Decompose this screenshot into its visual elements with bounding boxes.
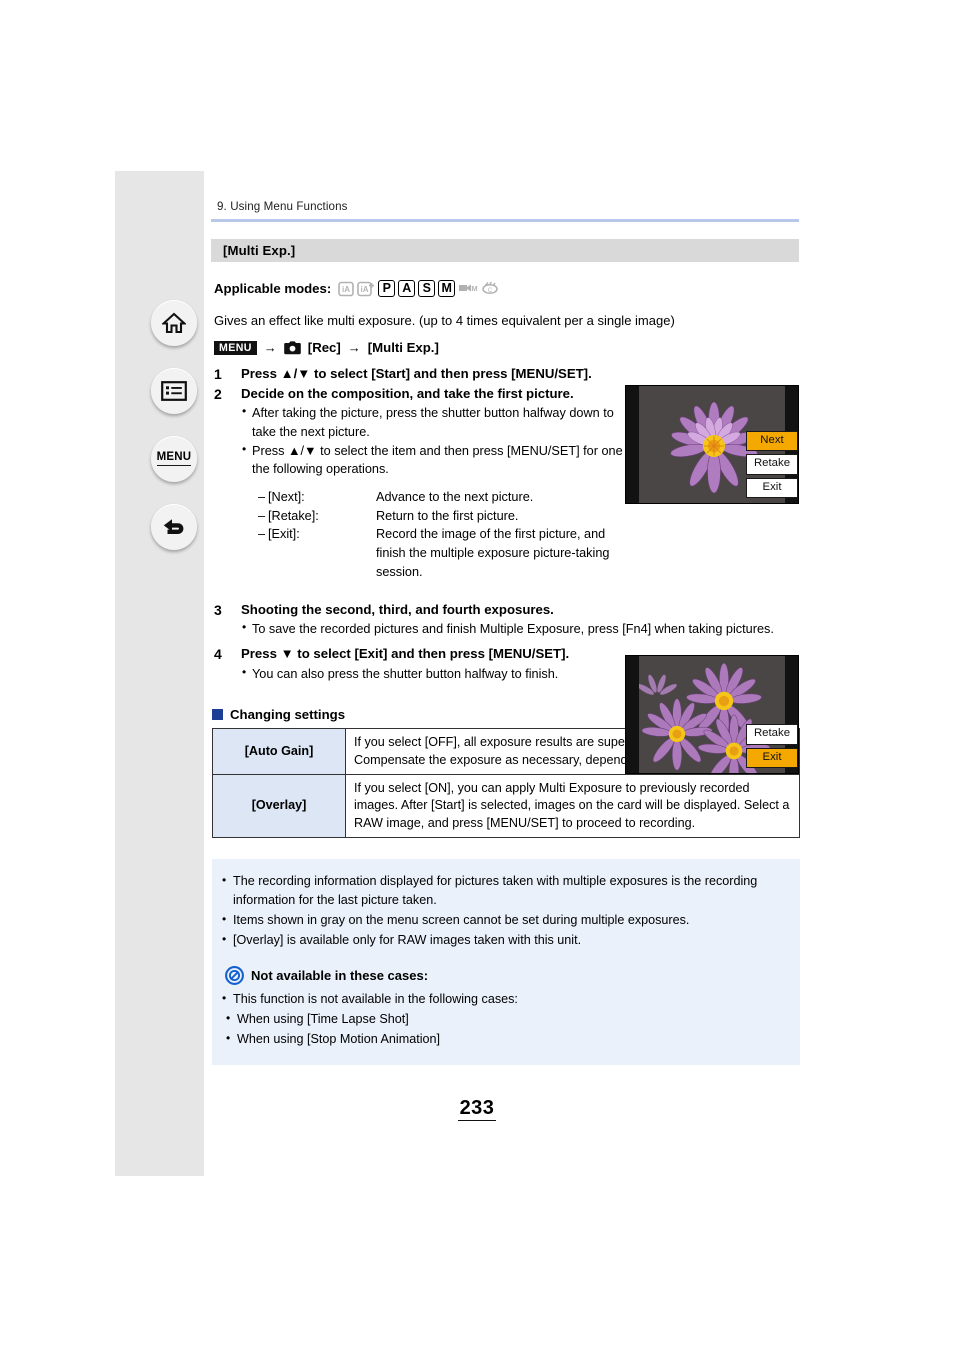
step-1: 1 Press ▲/▼ to select [Start] and then p…	[214, 365, 799, 385]
menu-path: MENU → [Rec] → [Multi Exp.]	[214, 338, 799, 358]
notes-list: The recording information displayed for …	[222, 871, 786, 950]
mode-s-icon: S	[418, 279, 436, 297]
definition-row: [Retake]: Return to the first picture.	[258, 507, 799, 526]
setting-key: [Overlay]	[212, 774, 346, 839]
step-3-title: Shooting the second, third, and fourth e…	[241, 601, 554, 617]
page-number-value: 233	[457, 1097, 497, 1121]
contents-list-icon	[161, 381, 187, 401]
step-1-title: Press ▲/▼ to select [Start] and then pre…	[241, 365, 592, 381]
menu-label: MENU	[156, 452, 192, 466]
svg-text:iA: iA	[361, 285, 369, 294]
retake-button[interactable]: Retake	[746, 724, 798, 745]
step-2-title: Decide on the composition, and take the …	[241, 385, 574, 401]
list-item: When using [Stop Motion Animation]	[226, 1029, 786, 1049]
page-number: 233	[0, 1097, 954, 1121]
definition-term: [Retake]:	[258, 507, 376, 526]
exit-button[interactable]: Exit	[746, 747, 798, 768]
retake-button[interactable]: Retake	[746, 454, 798, 475]
changing-settings-label: Changing settings	[230, 707, 346, 723]
mode-ia-plus-icon: iA	[357, 280, 375, 297]
camera-screen-final-exposure: Retake Exit	[625, 655, 799, 774]
table-row: [Overlay] If you select [ON], you can ap…	[212, 774, 800, 839]
applicable-modes-label: Applicable modes:	[214, 280, 332, 296]
prohibited-icon	[225, 965, 244, 985]
mode-p-icon: P	[378, 279, 396, 297]
not-available-cases: When using [Time Lapse Shot] When using …	[222, 1009, 786, 1049]
section-title: [Multi Exp.]	[223, 243, 296, 258]
not-available-intro-list: This function is not available in the fo…	[222, 989, 786, 1009]
chapter-divider	[211, 219, 799, 222]
back-arrow-icon	[161, 516, 187, 538]
list-item: Items shown in gray on the menu screen c…	[222, 910, 786, 930]
list-item: Press ▲/▼ to select the item and then pr…	[241, 441, 651, 479]
lotus-flower-illustration	[670, 401, 758, 494]
rec-camera-icon	[283, 341, 301, 355]
definition-term: [Exit]:	[258, 525, 376, 581]
definition-desc: Record the image of the first picture, a…	[376, 527, 610, 579]
svg-text:M: M	[472, 284, 478, 293]
menu-button[interactable]: MENU	[151, 436, 197, 482]
list-item: To save the recorded pictures and finish…	[241, 619, 799, 639]
step-3: 3 Shooting the second, third, and fourth…	[214, 601, 799, 639]
mode-ia-icon: iA	[338, 280, 355, 297]
mode-icon-group: iA iA P A S M M C	[338, 279, 499, 297]
setting-value: If you select [ON], you can apply Multi …	[345, 774, 800, 839]
contents-button[interactable]	[151, 368, 197, 414]
list-item: [Overlay] is available only for RAW imag…	[222, 930, 786, 950]
svg-text:C: C	[488, 288, 493, 294]
step-3-number: 3	[214, 601, 222, 618]
definition-desc: Return to the first picture.	[376, 508, 519, 523]
list-item: After taking the picture, press the shut…	[241, 403, 633, 441]
home-button[interactable]	[151, 300, 197, 346]
camera-screen-2-buttons: Retake Exit	[746, 724, 798, 768]
list-item: This function is not available in the fo…	[222, 989, 786, 1009]
definition-row: [Exit]: Record the image of the first pi…	[258, 525, 799, 581]
setting-key: [Auto Gain]	[212, 728, 346, 776]
notes-box: The recording information displayed for …	[212, 859, 800, 1066]
definition-term: [Next]:	[258, 488, 376, 507]
menu-path-target: [Multi Exp.]	[367, 340, 439, 356]
chapter-heading: 9. Using Menu Functions	[217, 200, 348, 213]
mode-custom-icon: C	[481, 280, 499, 296]
camera-screen-first-picture: Next Retake Exit	[625, 385, 799, 504]
menu-path-rec: [Rec]	[307, 340, 341, 356]
sidebar-nav: MENU	[150, 300, 198, 550]
step-1-number: 1	[214, 365, 222, 382]
list-item: When using [Time Lapse Shot]	[226, 1009, 786, 1029]
step-3-bullets: To save the recorded pictures and finish…	[241, 619, 799, 639]
not-available-heading: Not available in these cases:	[225, 965, 786, 985]
svg-text:iA: iA	[342, 285, 350, 294]
mode-a-icon: A	[398, 279, 416, 297]
intro-paragraph: Gives an effect like multi exposure. (up…	[214, 313, 675, 328]
step-4-number: 4	[214, 645, 222, 662]
camera-screen-1-buttons: Next Retake Exit	[746, 430, 798, 498]
back-button[interactable]	[151, 504, 197, 550]
home-icon	[162, 312, 186, 334]
section-title-bar: [Multi Exp.]	[211, 239, 799, 262]
next-button[interactable]: Next	[746, 430, 798, 452]
menu-arrow-2: →	[347, 340, 361, 356]
not-available-label: Not available in these cases:	[251, 967, 429, 983]
step-2-number: 2	[214, 385, 222, 402]
page-content: 9. Using Menu Functions [Multi Exp.] App…	[211, 200, 800, 1066]
menu-chip: MENU	[214, 340, 257, 356]
square-bullet-icon	[212, 709, 223, 721]
mode-m-icon: M	[438, 279, 456, 297]
list-item: The recording information displayed for …	[222, 871, 770, 910]
exit-button[interactable]: Exit	[746, 477, 798, 498]
applicable-modes-row: Applicable modes: iA iA P A S M M C	[214, 278, 799, 298]
mode-creative-video-icon: M	[458, 280, 478, 296]
menu-arrow-1: →	[263, 340, 277, 356]
